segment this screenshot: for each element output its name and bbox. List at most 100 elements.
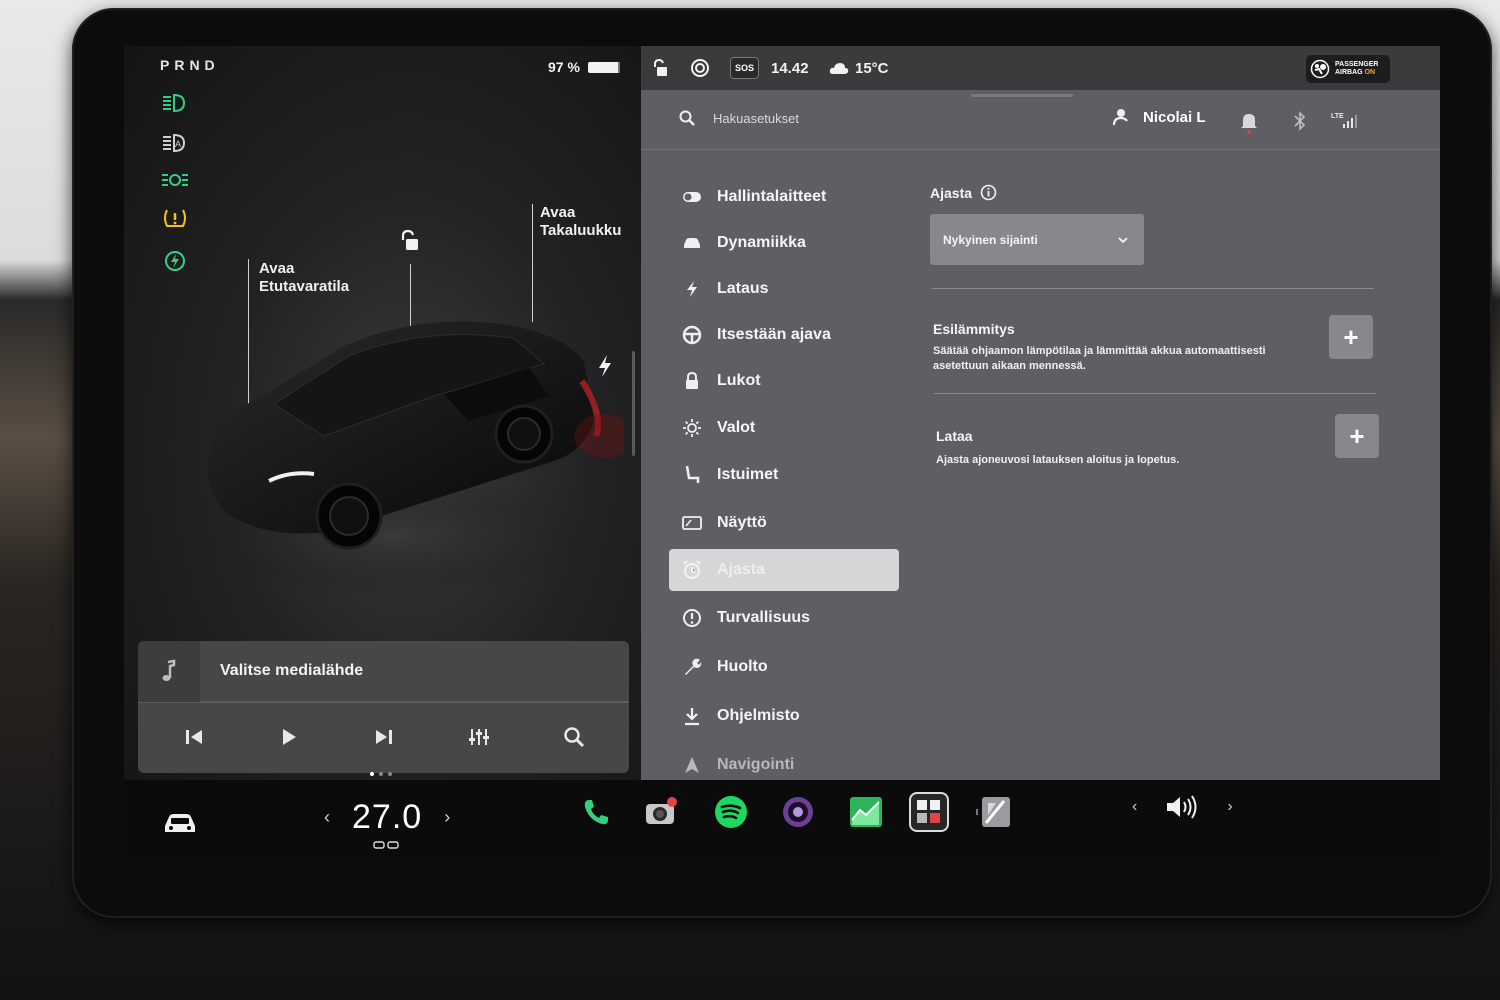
display-icon xyxy=(681,512,703,534)
add-preconditioning-button[interactable]: + xyxy=(1329,315,1373,359)
volume-up-button[interactable]: › xyxy=(1227,798,1232,816)
temp-decrease-button[interactable]: ‹ xyxy=(324,807,330,828)
temp-increase-button[interactable]: › xyxy=(444,807,450,828)
nav-item-display[interactable]: Näyttö xyxy=(669,502,899,544)
preconditioning-description: Säätää ohjaamon lämpötilaa ja lämmittää … xyxy=(933,345,1266,372)
alarm-clock-icon xyxy=(681,559,703,581)
nav-item-software[interactable]: Ohjelmisto xyxy=(669,695,899,737)
settings-header: Hakuasetukset Nicolai L LTE xyxy=(641,96,1440,150)
equalizer-icon[interactable] xyxy=(465,723,493,751)
nav-item-safety[interactable]: Turvallisuus xyxy=(669,597,899,639)
download-icon xyxy=(681,705,703,727)
passenger-airbag-indicator: PASSENGER AIRBAG ON xyxy=(1306,55,1390,83)
tire-pressure-warning-icon xyxy=(160,206,190,230)
auto-headlight-icon: A xyxy=(160,131,190,155)
unlock-icon[interactable] xyxy=(398,229,420,253)
navigation-arrow-icon xyxy=(681,754,703,776)
settings-search[interactable]: Hakuasetukset xyxy=(679,110,799,126)
sos-button[interactable]: SOS xyxy=(730,57,760,79)
steering-wheel-icon xyxy=(681,324,703,346)
add-charging-button[interactable]: + xyxy=(1335,414,1379,458)
camera-icon[interactable] xyxy=(640,792,680,832)
spotify-icon[interactable] xyxy=(711,792,751,832)
media-source-row[interactable]: Valitse medialähde xyxy=(138,641,629,703)
airbag-line2-prefix: AIRBAG xyxy=(1335,69,1365,76)
nav-item-label: Itsestään ajava xyxy=(717,326,831,343)
location-dropdown[interactable]: Nykyinen sijainti xyxy=(930,214,1144,265)
cabin-temperature[interactable]: 27.0 xyxy=(352,798,422,837)
next-icon[interactable] xyxy=(370,723,398,751)
nav-item-service[interactable]: Huolto xyxy=(669,646,899,688)
driver-profile[interactable]: Nicolai L xyxy=(1113,108,1206,126)
info-icon[interactable] xyxy=(980,184,997,201)
airbag-icon xyxy=(1310,59,1330,79)
open-trunk-label[interactable]: Avaa Takaluukku xyxy=(540,204,621,240)
speaker-icon[interactable] xyxy=(1165,794,1199,820)
previous-icon[interactable] xyxy=(180,723,208,751)
info-circle-icon xyxy=(681,607,703,629)
low-beam-headlight-icon xyxy=(160,91,190,115)
nav-item-locks[interactable]: Lukot xyxy=(669,360,899,402)
weather-readout: 15°C xyxy=(829,46,889,90)
regen-icon xyxy=(160,249,190,273)
divider xyxy=(934,393,1376,394)
nav-item-dynamics[interactable]: Dynamiikka xyxy=(669,222,899,264)
climate-control: ‹ 27.0 › xyxy=(324,798,450,849)
battery-percent: 97 % xyxy=(548,59,580,75)
nav-item-navigation[interactable]: Navigointi xyxy=(669,744,899,780)
nav-item-label: Navigointi xyxy=(717,756,795,773)
volume-control: ‹ › xyxy=(1132,794,1233,820)
lte-signal-icon: LTE xyxy=(1331,110,1361,132)
touchscreen: PRND 97 % A Avaa Etutavaratila Avaa Taka… xyxy=(124,46,1440,780)
toybox-icon[interactable] xyxy=(909,792,949,832)
schedule-title-row: Ajasta xyxy=(930,184,997,201)
nav-item-label: Lataus xyxy=(717,280,769,297)
theater-icon[interactable] xyxy=(778,792,818,832)
nav-item-lights[interactable]: Valot xyxy=(669,407,899,449)
driver-name: Nicolai L xyxy=(1143,108,1206,126)
search-icon xyxy=(679,110,695,126)
svg-text:A: A xyxy=(175,139,181,149)
taskbar: ‹ 27.0 › ‹ › xyxy=(124,780,1440,862)
energy-chart-icon[interactable] xyxy=(846,792,886,832)
outside-temperature: 15°C xyxy=(855,59,889,77)
status-bar: SOS 14.42 15°C PASSENGER AIRBAG ON xyxy=(641,46,1440,90)
preconditioning-title: Esilämmitys xyxy=(933,321,1015,337)
bluetooth-icon[interactable] xyxy=(1289,110,1311,132)
sentry-mode-icon[interactable] xyxy=(690,46,710,90)
media-page-dots xyxy=(370,772,392,776)
bolt-icon xyxy=(681,278,703,300)
nav-item-charging[interactable]: Lataus xyxy=(669,268,899,310)
play-icon[interactable] xyxy=(275,723,303,751)
volume-down-button[interactable]: ‹ xyxy=(1132,798,1137,816)
battery-indicator[interactable]: 97 % xyxy=(548,59,620,75)
nav-item-autopilot[interactable]: Itsestään ajava xyxy=(669,314,899,356)
clock: 14.42 xyxy=(771,59,809,77)
notification-bell-icon[interactable] xyxy=(1238,110,1260,134)
lte-label: LTE xyxy=(1331,113,1344,120)
music-note-icon xyxy=(138,641,200,702)
charging-description: Ajasta ajoneuvosi latauksen aloitus ja l… xyxy=(936,454,1180,466)
nav-item-schedule[interactable]: Ajasta xyxy=(669,549,899,591)
cloud-icon xyxy=(829,63,849,74)
airbag-line1: PASSENGER xyxy=(1335,61,1379,68)
page-title: Ajasta xyxy=(930,184,973,201)
user-icon xyxy=(1113,109,1128,126)
nav-item-label: Turvallisuus xyxy=(717,609,811,626)
seat-heater-icon[interactable] xyxy=(372,840,402,852)
browser-icon[interactable] xyxy=(972,792,1012,832)
search-icon[interactable] xyxy=(560,723,588,751)
phone-icon[interactable] xyxy=(576,792,616,832)
media-player: Valitse medialähde xyxy=(138,641,629,773)
airbag-state: ON xyxy=(1364,69,1376,76)
nav-item-label: Ohjelmisto xyxy=(717,707,800,724)
car-icon[interactable] xyxy=(162,810,198,836)
lock-status-icon[interactable] xyxy=(651,46,669,90)
lock-icon xyxy=(681,370,703,392)
nav-item-seats[interactable]: Istuimet xyxy=(669,454,899,496)
nav-item-controls[interactable]: Hallintalaitteet xyxy=(669,176,899,218)
vehicle-model xyxy=(194,321,624,596)
nav-item-label: Huolto xyxy=(717,658,768,675)
battery-icon xyxy=(587,61,620,73)
nav-item-label: Ajasta xyxy=(717,561,766,578)
